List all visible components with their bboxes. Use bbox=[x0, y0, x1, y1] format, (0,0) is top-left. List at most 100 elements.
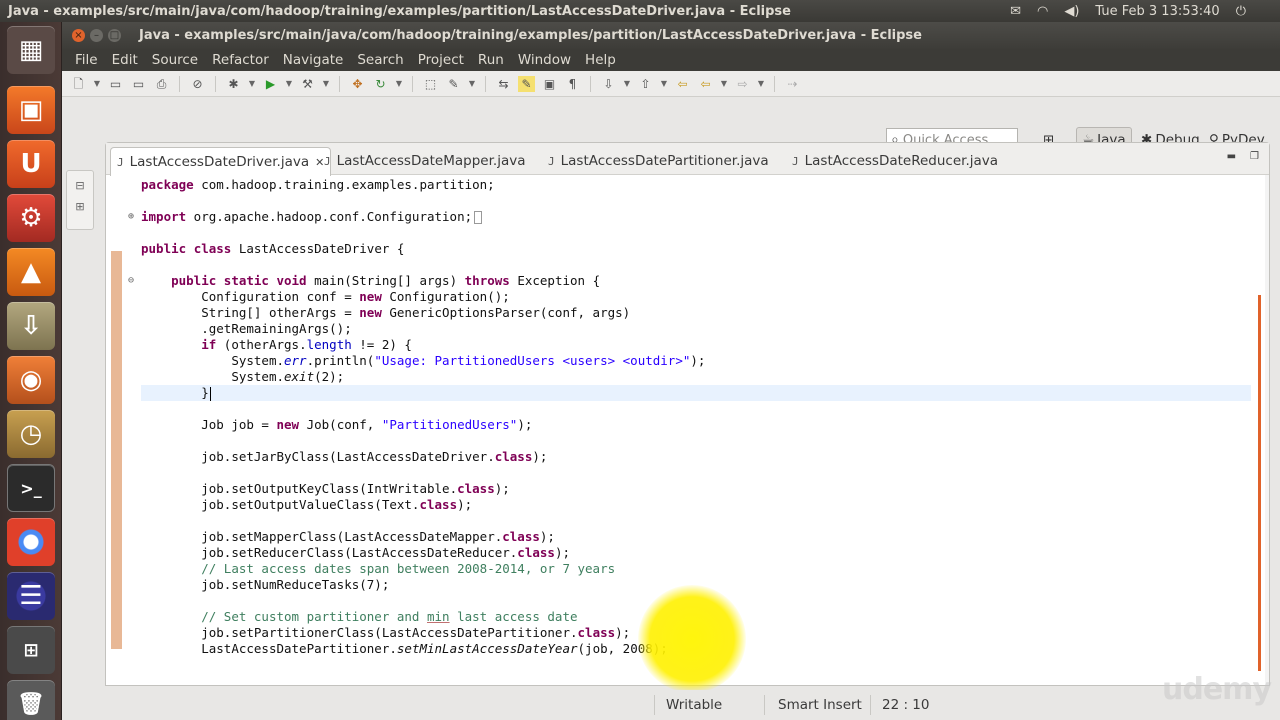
new-icon[interactable]: 🗋 bbox=[70, 76, 87, 92]
code-line: package com.hadoop.training.examples.par… bbox=[141, 177, 495, 192]
external-tools-dropdown-icon[interactable]: ▼ bbox=[322, 76, 330, 92]
launcher-workspace-switcher-icon[interactable]: ⊞ bbox=[7, 626, 55, 674]
previous-annotation-dropdown-icon[interactable]: ▼ bbox=[660, 76, 668, 92]
code-line: if (otherArgs.length != 2) { bbox=[201, 337, 412, 352]
next-annotation-icon[interactable]: ⇩ bbox=[600, 76, 617, 92]
code-line: String[] otherArgs = new GenericOptionsP… bbox=[201, 305, 631, 320]
launcher-eclipse-icon[interactable]: ☰ bbox=[7, 572, 55, 620]
menu-file[interactable]: File bbox=[68, 52, 105, 68]
code-line: job.setOutputValueClass(Text.class); bbox=[201, 497, 473, 512]
editor-tab-bar: J LastAccessDateDriver.java ✕ J LastAcce… bbox=[106, 143, 1269, 176]
menu-edit[interactable]: Edit bbox=[105, 52, 145, 68]
forward-icon[interactable]: ⇨ bbox=[734, 76, 751, 92]
window-close-button[interactable]: × bbox=[72, 29, 85, 42]
open-type-icon[interactable]: ⬚ bbox=[422, 76, 439, 92]
eclipse-window: × – □ Java - examples/src/main/java/com/… bbox=[62, 22, 1280, 720]
window-maximize-button[interactable]: □ bbox=[108, 29, 121, 42]
back-icon[interactable]: ⇦ bbox=[697, 76, 714, 92]
wifi-icon[interactable]: ◠ bbox=[1037, 4, 1048, 19]
launcher-software-center-icon[interactable]: ▣ bbox=[7, 86, 55, 134]
refresh-icon[interactable]: ↻ bbox=[372, 76, 389, 92]
maximize-editor-icon[interactable]: ❐ bbox=[1250, 151, 1259, 162]
debug-icon[interactable]: ✱ bbox=[225, 76, 242, 92]
code-comment: // Last access dates span between 2008-2… bbox=[201, 561, 616, 576]
volume-icon[interactable]: ◀) bbox=[1064, 4, 1079, 19]
refresh-dropdown-icon[interactable]: ▼ bbox=[395, 76, 403, 92]
launcher-clock-icon[interactable]: ◷ bbox=[7, 410, 55, 458]
code-line: job.setJarByClass(LastAccessDateDriver.c… bbox=[201, 449, 548, 464]
save-icon[interactable]: ▭ bbox=[107, 76, 124, 92]
launcher-dash-icon[interactable]: ▦ bbox=[7, 26, 55, 74]
code-line: job.setMapperClass(LastAccessDateMapper.… bbox=[201, 529, 555, 544]
skip-breakpoints-icon[interactable]: ⊘ bbox=[189, 76, 206, 92]
forward-dropdown-icon[interactable]: ▼ bbox=[757, 76, 765, 92]
code-area[interactable]: package com.hadoop.training.examples.par… bbox=[106, 175, 1256, 685]
code-line: job.setPartitionerClass(LastAccessDatePa… bbox=[201, 625, 631, 640]
external-tools-icon[interactable]: ⚒ bbox=[299, 76, 316, 92]
save-all-icon[interactable]: ▭ bbox=[130, 76, 147, 92]
launcher-ubuntu-one-icon[interactable]: U bbox=[7, 140, 55, 188]
menu-run[interactable]: Run bbox=[471, 52, 511, 68]
minimize-editor-icon[interactable]: ▬ bbox=[1227, 151, 1236, 162]
launcher-terminal-icon[interactable]: >_ bbox=[7, 464, 55, 512]
launcher-blender-icon[interactable]: ◉ bbox=[7, 356, 55, 404]
code-line: job.setReducerClass(LastAccessDateReduce… bbox=[201, 545, 570, 560]
tab-lastaccessdatepartitioner[interactable]: J LastAccessDatePartitioner.java bbox=[542, 147, 775, 175]
menu-source[interactable]: Source bbox=[145, 52, 205, 68]
minimized-views-panel: ⊟ ⊞ bbox=[66, 170, 94, 230]
new-dropdown-icon[interactable]: ▼ bbox=[93, 76, 101, 92]
tab-lastaccessdatemapper[interactable]: J LastAccessDateMapper.java bbox=[318, 147, 531, 175]
restore-view-icon[interactable]: ⊟ bbox=[67, 179, 93, 192]
package-explorer-icon[interactable]: ⊞ bbox=[67, 200, 93, 213]
launcher-trash-icon[interactable]: 🗑 bbox=[7, 680, 55, 720]
expand-fold-icon[interactable]: ⊕ bbox=[128, 209, 134, 225]
launcher-vlc-icon[interactable]: ▲ bbox=[7, 248, 55, 296]
tab-label: LastAccessDatePartitioner.java bbox=[560, 153, 769, 169]
search-dropdown-icon[interactable]: ▼ bbox=[468, 76, 476, 92]
status-writable: Writable bbox=[666, 697, 723, 713]
code-line: job.setOutputKeyClass(IntWritable.class)… bbox=[201, 481, 510, 496]
launcher-system-settings-icon[interactable]: ⚙ bbox=[7, 194, 55, 242]
system-top-panel: Java - examples/src/main/java/com/hadoop… bbox=[0, 0, 1280, 22]
text-caret bbox=[209, 386, 211, 401]
run-icon[interactable]: ▶ bbox=[262, 76, 279, 92]
window-minimize-button[interactable]: – bbox=[90, 29, 103, 42]
print-icon[interactable]: ⎙ bbox=[153, 76, 170, 92]
main-toolbar: 🗋 ▼ ▭ ▭ ⎙ ⊘ ✱ ▼ ▶ ▼ ⚒ ▼ ✥ ↻ ▼ ⬚ ✎ ▼ ⇆ ✎ … bbox=[62, 71, 1280, 97]
power-icon[interactable]: ⏻ bbox=[1236, 4, 1246, 19]
show-whitespace-icon[interactable]: ¶ bbox=[564, 76, 581, 92]
launcher-archive-icon[interactable]: ⇩ bbox=[7, 302, 55, 350]
menu-window[interactable]: Window bbox=[511, 52, 578, 68]
previous-annotation-icon[interactable]: ⇧ bbox=[637, 76, 654, 92]
menu-project[interactable]: Project bbox=[411, 52, 471, 68]
overview-ruler-marker[interactable] bbox=[1258, 295, 1261, 671]
menu-help[interactable]: Help bbox=[578, 52, 623, 68]
pin-editor-icon[interactable]: ⇢ bbox=[784, 76, 801, 92]
last-edit-location-icon[interactable]: ⇦ bbox=[674, 76, 691, 92]
new-java-project-icon[interactable]: ✥ bbox=[349, 76, 366, 92]
run-dropdown-icon[interactable]: ▼ bbox=[285, 76, 293, 92]
clock[interactable]: Tue Feb 3 13:53:40 bbox=[1095, 4, 1219, 19]
tab-lastaccessdatedriver[interactable]: J LastAccessDateDriver.java ✕ bbox=[110, 147, 332, 176]
java-file-icon: J bbox=[117, 155, 124, 169]
search-toolbar-icon[interactable]: ✎ bbox=[445, 76, 462, 92]
status-cursor-position: 22 : 10 bbox=[882, 697, 930, 713]
status-insert-mode: Smart Insert bbox=[778, 697, 862, 713]
block-selection-icon[interactable]: ▣ bbox=[541, 76, 558, 92]
menu-refactor[interactable]: Refactor bbox=[205, 52, 276, 68]
toggle-mark-occurrences-icon[interactable]: ⇆ bbox=[495, 76, 512, 92]
collapse-fold-icon[interactable]: ⊖ bbox=[128, 273, 134, 289]
panel-window-title: Java - examples/src/main/java/com/hadoop… bbox=[8, 3, 791, 19]
menu-navigate[interactable]: Navigate bbox=[276, 52, 351, 68]
back-dropdown-icon[interactable]: ▼ bbox=[720, 76, 728, 92]
tab-lastaccessdatereducer[interactable]: J LastAccessDateReducer.java bbox=[786, 147, 1004, 175]
debug-dropdown-icon[interactable]: ▼ bbox=[248, 76, 256, 92]
next-annotation-dropdown-icon[interactable]: ▼ bbox=[623, 76, 631, 92]
code-line: public static void main(String[] args) t… bbox=[171, 273, 601, 288]
tab-label: LastAccessDateMapper.java bbox=[336, 153, 526, 169]
menu-search[interactable]: Search bbox=[350, 52, 410, 68]
toggle-highlight-icon[interactable]: ✎ bbox=[518, 75, 535, 92]
mail-icon[interactable]: ✉ bbox=[1010, 4, 1021, 19]
launcher-chrome-icon[interactable] bbox=[7, 518, 55, 566]
tab-label: LastAccessDateReducer.java bbox=[804, 153, 999, 169]
